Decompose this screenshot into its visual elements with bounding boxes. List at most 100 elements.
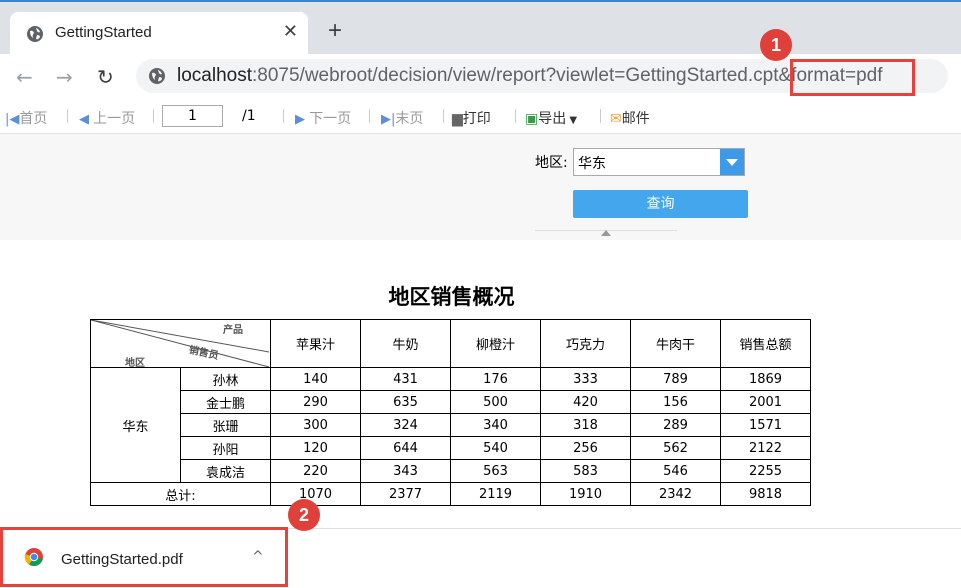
url-text: localhost:8075/webroot/decision/view/rep… xyxy=(177,65,883,87)
value-cell: 789 xyxy=(630,367,721,391)
value-cell: 420 xyxy=(540,390,631,414)
close-icon[interactable]: ✕ xyxy=(283,21,298,42)
query-button[interactable]: 查询 xyxy=(573,190,748,218)
print-button[interactable]: ▆打印 xyxy=(452,108,491,128)
salesperson-cell: 孙阳 xyxy=(180,436,271,460)
divider xyxy=(369,109,370,123)
annotation-badge-2: 2 xyxy=(288,499,320,531)
value-cell: 176 xyxy=(450,367,541,391)
last-page-label: 末页 xyxy=(395,111,424,127)
table-row: 张珊 300 324 340 318 289 1571 xyxy=(91,413,811,437)
salesperson-cell: 张珊 xyxy=(180,413,271,437)
export-label: 导出 xyxy=(538,111,567,127)
total-cell: 2342 xyxy=(630,482,721,506)
next-page-button[interactable]: ▶ 下一页 xyxy=(295,108,351,128)
prev-page-button[interactable]: ◀ 上一页 xyxy=(79,108,135,128)
export-button[interactable]: ▣导出 ▼ xyxy=(525,108,577,128)
value-cell: 140 xyxy=(270,367,361,391)
value-cell: 324 xyxy=(360,413,451,437)
value-cell: 2255 xyxy=(720,459,811,483)
parameter-panel: 地区: 华东 查询 xyxy=(0,134,961,240)
product-corner-label: 产品 xyxy=(223,325,243,336)
first-page-button[interactable]: |◀首页 xyxy=(5,108,47,128)
prev-page-icon: ◀ xyxy=(79,112,94,127)
salesperson-cell: 袁成洁 xyxy=(180,459,271,483)
first-page-icon: |◀ xyxy=(5,112,20,127)
chevron-down-icon: ▼ xyxy=(566,115,578,126)
table-row: 金士鹏 290 635 500 420 156 2001 xyxy=(91,390,811,414)
column-header: 销售总额 xyxy=(720,319,811,368)
highlight-url-param xyxy=(790,59,915,96)
slash-header: 产品 销售员 地区 xyxy=(91,320,269,369)
value-cell: 635 xyxy=(360,390,451,414)
value-cell: 156 xyxy=(630,390,721,414)
region-cell: 华东 xyxy=(90,367,181,483)
chevron-down-icon[interactable] xyxy=(720,149,744,175)
next-page-label: 下一页 xyxy=(309,111,352,127)
divider xyxy=(283,109,284,123)
column-header: 巧克力 xyxy=(540,319,631,368)
collapse-panel-handle[interactable] xyxy=(535,230,677,241)
forward-icon[interactable]: → xyxy=(56,67,73,87)
table-row: 华东 孙林 140 431 176 333 789 1869 xyxy=(90,367,811,483)
region-label: 地区: xyxy=(535,155,568,171)
page-total: /1 xyxy=(242,108,256,124)
new-tab-icon[interactable]: + xyxy=(328,19,342,43)
total-cell: 1070 xyxy=(270,482,361,506)
email-button[interactable]: ✉邮件 xyxy=(610,108,650,128)
value-cell: 220 xyxy=(270,459,361,483)
report-title: 地区销售概况 xyxy=(388,284,515,309)
first-page-label: 首页 xyxy=(19,111,48,127)
url-host: localhost xyxy=(177,65,252,86)
column-header: 苹果汁 xyxy=(270,319,361,368)
region-select-value: 华东 xyxy=(578,156,606,172)
region-corner-label: 地区 xyxy=(125,358,145,369)
total-cell: 9818 xyxy=(720,482,811,506)
back-icon[interactable]: ← xyxy=(16,67,33,87)
value-cell: 289 xyxy=(630,413,721,437)
salesperson-cell: 金士鹏 xyxy=(180,390,271,414)
reload-icon[interactable]: ↻ xyxy=(97,67,114,87)
email-label: 邮件 xyxy=(621,111,650,127)
table-row: 袁成洁 220 343 563 583 546 2255 xyxy=(91,459,811,483)
total-cell: 2377 xyxy=(360,482,451,506)
report-toolbar: |◀首页 ◀ 上一页 1 /1 ▶ 下一页 ▶|末页 ▆打印 ▣导出 ▼ ✉邮件 xyxy=(0,100,961,134)
last-page-button[interactable]: ▶|末页 xyxy=(381,108,423,128)
salesperson-cell: 孙林 xyxy=(180,367,271,391)
last-page-icon: ▶| xyxy=(381,112,396,127)
browser-tab[interactable]: GettingStarted ✕ xyxy=(10,12,308,56)
divider xyxy=(515,109,516,123)
globe-icon xyxy=(149,68,165,84)
value-cell: 1571 xyxy=(720,413,811,437)
region-select[interactable]: 华东 xyxy=(573,148,745,176)
tab-title: GettingStarted xyxy=(55,24,152,41)
print-label: 打印 xyxy=(462,111,491,127)
value-cell: 2122 xyxy=(720,436,811,460)
column-header: 牛奶 xyxy=(360,319,451,368)
prev-page-label: 上一页 xyxy=(93,111,136,127)
value-cell: 546 xyxy=(630,459,721,483)
value-cell: 340 xyxy=(450,413,541,437)
value-cell: 343 xyxy=(360,459,451,483)
value-cell: 300 xyxy=(270,413,361,437)
next-page-icon: ▶ xyxy=(295,112,310,127)
export-icon: ▣ xyxy=(525,111,539,127)
total-row: 总计: 1070 2377 2119 1910 2342 9818 xyxy=(90,482,811,506)
sales-table: 产品 销售员 地区 苹果汁 牛奶 柳橙汁 巧克力 牛肉干 销售总额 华东 孙林 … xyxy=(90,319,811,506)
table-header-row: 产品 销售员 地区 苹果汁 牛奶 柳橙汁 巧克力 牛肉干 销售总额 xyxy=(90,319,811,369)
value-cell: 120 xyxy=(270,436,361,460)
value-cell: 1869 xyxy=(720,367,811,391)
column-header: 牛肉干 xyxy=(630,319,721,368)
total-cell: 2119 xyxy=(450,482,541,506)
page-number-input[interactable]: 1 xyxy=(162,105,223,127)
value-cell: 540 xyxy=(450,436,541,460)
value-cell: 333 xyxy=(540,367,631,391)
value-cell: 500 xyxy=(450,390,541,414)
value-cell: 562 xyxy=(630,436,721,460)
mail-icon: ✉ xyxy=(610,111,622,127)
divider xyxy=(443,109,444,123)
url-path: :8075/webroot/decision/view/report?viewl… xyxy=(252,65,779,86)
value-cell: 256 xyxy=(540,436,631,460)
value-cell: 431 xyxy=(360,367,451,391)
column-header: 柳橙汁 xyxy=(450,319,541,368)
